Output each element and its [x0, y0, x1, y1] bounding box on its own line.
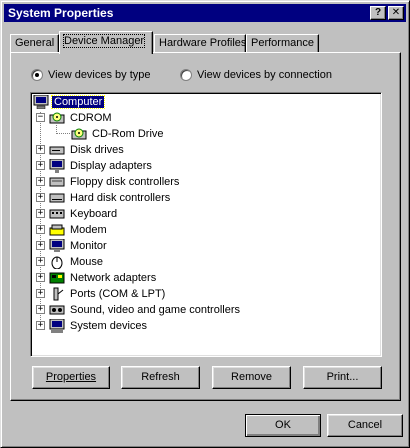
system-properties-window: System Properties ? ✕ General Device Man… — [0, 0, 410, 448]
tree-item[interactable]: Monitor — [49, 238, 109, 254]
tree-item-label: Display adapters — [70, 160, 152, 172]
view-by-type-radio[interactable]: View devices by type — [31, 68, 151, 82]
properties-button-label: Properties — [45, 371, 97, 383]
tree-expander[interactable]: + — [36, 289, 45, 298]
hard-disk-controller-icon — [49, 193, 65, 203]
tree-item[interactable]: Display adapters — [49, 158, 154, 174]
cancel-button[interactable]: Cancel — [327, 414, 403, 437]
view-by-connection-radio[interactable]: View devices by connection — [180, 68, 332, 82]
ok-button[interactable]: OK — [245, 414, 321, 437]
tab-device-manager[interactable]: Device Manager — [59, 31, 153, 54]
tree-expander[interactable]: − — [36, 113, 45, 122]
view-by-type-label: View devices by type — [48, 69, 151, 81]
tab-general[interactable]: General — [10, 34, 59, 53]
view-by-connection-label: View devices by connection — [197, 69, 332, 81]
properties-button[interactable]: Properties — [32, 366, 110, 389]
tree-item-label: Monitor — [70, 240, 107, 252]
remove-button-label: Remove — [231, 371, 272, 383]
tree-item-label: Keyboard — [70, 208, 118, 220]
tree-child-item[interactable]: CD-Rom Drive — [71, 126, 166, 142]
tab-general-label: General — [15, 37, 55, 49]
tree-root-computer[interactable]: Computer — [33, 94, 106, 110]
cdrom-icon — [71, 128, 87, 140]
tree-item-label: CDROM — [70, 112, 112, 124]
tree-expander[interactable]: + — [36, 257, 45, 266]
tree-item[interactable]: Mouse — [49, 254, 105, 270]
ok-button-label: OK — [275, 419, 291, 431]
mouse-icon — [51, 256, 63, 269]
tab-hardware-profiles[interactable]: Hardware Profiles — [154, 34, 246, 53]
tree-item-label: System devices — [70, 320, 148, 332]
tree-item-label: Floppy disk controllers — [70, 176, 180, 188]
tree-item-label: Modem — [70, 224, 107, 236]
sound-icon — [49, 305, 65, 315]
keyboard-icon — [49, 209, 65, 219]
tree-item-label: Ports (COM & LPT) — [70, 288, 166, 300]
tree-item-label: Sound, video and game controllers — [70, 304, 240, 316]
refresh-button[interactable]: Refresh — [121, 366, 200, 389]
radio-button-unchecked[interactable] — [180, 69, 192, 81]
monitor-icon — [49, 239, 65, 252]
disk-drive-icon — [49, 146, 65, 155]
tree-expander[interactable]: + — [36, 305, 45, 314]
tab-hardware-profiles-label: Hardware Profiles — [159, 37, 247, 49]
tree-item[interactable]: CDROM — [49, 110, 114, 126]
cdrom-icon — [49, 112, 65, 124]
network-adapter-icon — [49, 272, 65, 284]
tree-item[interactable]: Sound, video and game controllers — [49, 302, 242, 318]
cancel-button-label: Cancel — [347, 419, 383, 431]
tree-item[interactable]: System devices — [49, 318, 149, 334]
close-button[interactable]: ✕ — [388, 6, 404, 20]
tree-expander[interactable]: + — [36, 193, 45, 202]
tree-item-label: CD-Rom Drive — [92, 128, 164, 140]
remove-button[interactable]: Remove — [212, 366, 291, 389]
tree-expander[interactable]: + — [36, 225, 45, 234]
print-button-label: Print... — [326, 371, 359, 383]
tree-expander[interactable]: + — [36, 241, 45, 250]
title-bar[interactable]: System Properties ? ✕ — [4, 4, 406, 22]
tree-item-label: Disk drives — [70, 144, 124, 156]
ports-icon — [53, 287, 64, 301]
tree-expander[interactable]: + — [36, 145, 45, 154]
refresh-button-label: Refresh — [141, 371, 180, 383]
tab-performance[interactable]: Performance — [246, 34, 319, 53]
tree-item[interactable]: Floppy disk controllers — [49, 174, 181, 190]
radio-button-checked[interactable] — [31, 69, 43, 81]
tab-performance-label: Performance — [251, 37, 314, 49]
tree-expander[interactable]: + — [36, 177, 45, 186]
help-button[interactable]: ? — [370, 6, 386, 20]
window-title: System Properties — [8, 6, 114, 20]
tree-item[interactable]: Modem — [49, 222, 109, 238]
tree-expander[interactable]: + — [36, 321, 45, 330]
display-adapter-icon — [49, 159, 65, 173]
print-button[interactable]: Print... — [303, 366, 382, 389]
tree-item[interactable]: Ports (COM & LPT) — [49, 286, 167, 302]
tree-item[interactable]: Network adapters — [49, 270, 158, 286]
tree-item-label: Mouse — [70, 256, 104, 268]
tab-device-manager-label: Device Manager — [62, 34, 146, 48]
modem-icon — [49, 224, 65, 236]
tree-item[interactable]: Hard disk controllers — [49, 190, 172, 206]
tree-item[interactable]: Disk drives — [49, 142, 126, 158]
tree-item-label: Network adapters — [70, 272, 157, 284]
tree-item-label: Hard disk controllers — [70, 192, 171, 204]
tree-expander[interactable]: + — [36, 161, 45, 170]
tree-root-label: Computer — [50, 95, 106, 109]
system-devices-icon — [49, 319, 65, 333]
tree-expander[interactable]: + — [36, 273, 45, 282]
device-tree[interactable]: Computer − CDROM CD-Rom Drive + Disk drives +… — [30, 92, 382, 357]
tree-item[interactable]: Keyboard — [49, 206, 119, 222]
floppy-controller-icon — [49, 177, 65, 187]
computer-icon — [33, 95, 49, 109]
tree-connector — [56, 133, 70, 134]
tree-expander[interactable]: + — [36, 209, 45, 218]
